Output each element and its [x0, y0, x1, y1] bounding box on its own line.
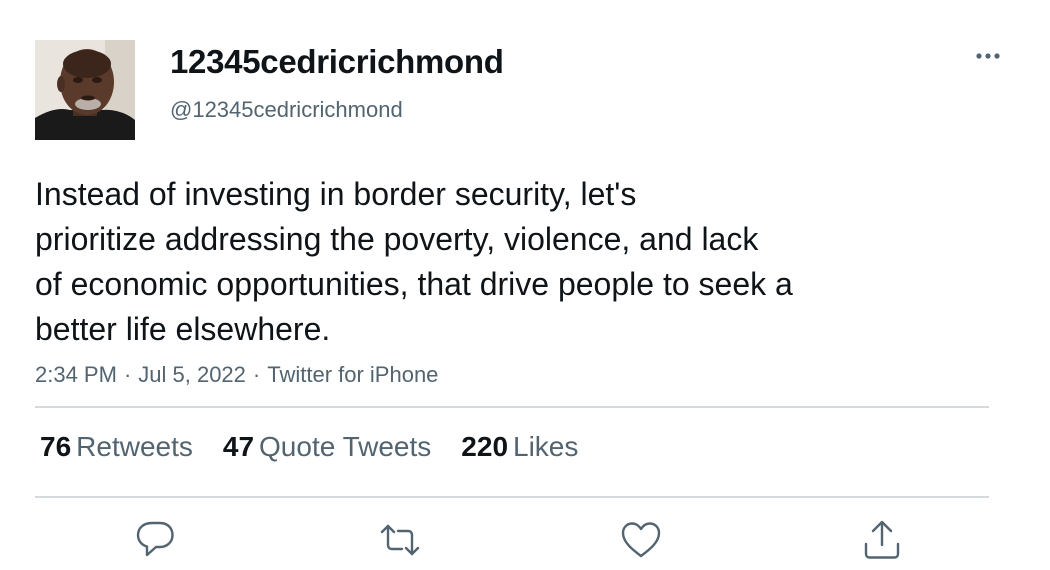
retweets-stat[interactable]: 76 Retweets [40, 431, 193, 463]
likes-label: Likes [513, 431, 579, 462]
author-display-name[interactable]: 12345cedricrichmond [170, 43, 504, 81]
tweet-time[interactable]: 2:34 PM [35, 362, 117, 387]
tweet-source[interactable]: Twitter for iPhone [267, 362, 438, 387]
meta-separator: · [123, 362, 132, 387]
tweet-meta: 2:34 PM · Jul 5, 2022 · Twitter for iPhone [35, 362, 438, 388]
meta-separator: · [252, 362, 261, 387]
tweet-text-line: prioritize addressing the poverty, viole… [35, 221, 759, 257]
retweet-icon [380, 524, 420, 556]
reply-button[interactable] [134, 518, 178, 562]
divider [35, 496, 989, 498]
tweet-text: Instead of investing in border security,… [35, 172, 915, 352]
quote-tweets-stat[interactable]: 47 Quote Tweets [223, 431, 431, 463]
tweet-text-line: better life elsewhere. [35, 311, 331, 347]
tweet-stats: 76 Retweets 47 Quote Tweets 220 Likes [40, 431, 608, 463]
like-button[interactable] [619, 518, 663, 562]
tweet-date[interactable]: Jul 5, 2022 [138, 362, 246, 387]
share-icon [864, 520, 900, 559]
share-button[interactable] [860, 518, 904, 562]
reply-icon [136, 521, 174, 557]
more-options-button[interactable] [968, 40, 1008, 72]
more-icon [976, 53, 1000, 59]
avatar-image [35, 40, 135, 140]
likes-stat[interactable]: 220 Likes [461, 431, 578, 463]
avatar[interactable] [35, 40, 135, 140]
retweets-count: 76 [40, 431, 72, 462]
author-handle[interactable]: @12345cedricrichmond [170, 97, 403, 123]
likes-count: 220 [461, 431, 509, 462]
tweet-text-line: of economic opportunities, that drive pe… [35, 266, 793, 302]
tweet-text-line: Instead of investing in border security,… [35, 176, 637, 212]
retweets-label: Retweets [76, 431, 193, 462]
quote-tweets-count: 47 [222, 431, 255, 462]
quote-tweets-label: Quote Tweets [259, 431, 432, 462]
retweet-button[interactable] [378, 518, 422, 562]
heart-icon [621, 522, 661, 558]
divider [35, 406, 989, 408]
